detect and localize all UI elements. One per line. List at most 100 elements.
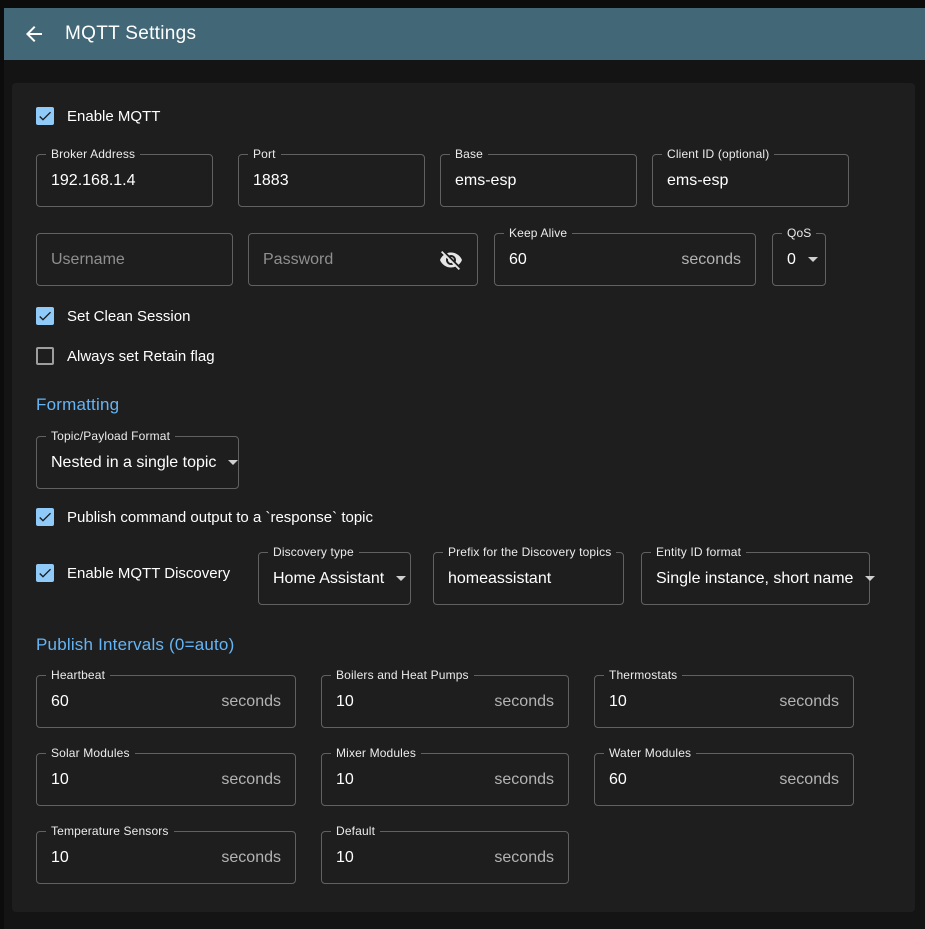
base-input[interactable] [455, 172, 622, 190]
keep-alive-field: Keep Alive seconds [494, 233, 756, 286]
publish-response-checkbox[interactable] [36, 508, 54, 526]
qos-label: QoS [782, 226, 816, 240]
visibility-off-icon [439, 248, 463, 272]
discovery-type-select[interactable]: Discovery type Home Assistant [258, 552, 411, 605]
port-label: Port [248, 147, 281, 161]
base-field: Base [440, 154, 637, 207]
temperature-sensors-unit: seconds [221, 849, 281, 867]
heartbeat-field: Heartbeat seconds [36, 675, 296, 728]
chevron-down-icon [808, 257, 818, 262]
arrow-left-icon [22, 22, 46, 46]
enable-mqtt-row: Enable MQTT [36, 107, 891, 125]
clean-session-label: Set Clean Session [67, 308, 190, 325]
enable-mqtt-checkbox[interactable] [36, 107, 54, 125]
mixer-modules-input[interactable] [336, 771, 486, 789]
discovery-prefix-input[interactable] [448, 570, 609, 588]
base-label: Base [450, 147, 488, 161]
topic-payload-format-label: Topic/Payload Format [46, 429, 175, 443]
water-modules-field: Water Modules seconds [594, 753, 854, 806]
port-field: Port [238, 154, 425, 207]
chevron-down-icon [865, 576, 875, 581]
retain-flag-checkbox[interactable] [36, 347, 54, 365]
page-title: MQTT Settings [65, 23, 196, 45]
app-bar: MQTT Settings [4, 8, 925, 60]
topic-payload-format-value: Nested in a single topic [51, 454, 216, 472]
thermostats-field: Thermostats seconds [594, 675, 854, 728]
publish-response-row: Publish command output to a `response` t… [36, 508, 891, 526]
boilers-field: Boilers and Heat Pumps seconds [321, 675, 569, 728]
enable-discovery-row: Enable MQTT Discovery [36, 564, 258, 582]
enable-discovery-label: Enable MQTT Discovery [67, 565, 230, 582]
retain-flag-row: Always set Retain flag [36, 347, 891, 365]
thermostats-unit: seconds [779, 693, 839, 711]
password-input[interactable] [263, 251, 439, 269]
mixer-modules-unit: seconds [494, 771, 554, 789]
check-icon [37, 108, 53, 124]
discovery-prefix-label: Prefix for the Discovery topics [443, 545, 616, 559]
mqtt-discovery-row: Enable MQTT Discovery Discovery type Hom… [36, 552, 891, 605]
solar-modules-label: Solar Modules [46, 746, 135, 760]
publish-response-label: Publish command output to a `response` t… [67, 509, 373, 526]
client-id-label: Client ID (optional) [662, 147, 774, 161]
temperature-sensors-label: Temperature Sensors [46, 824, 174, 838]
enable-discovery-checkbox[interactable] [36, 564, 54, 582]
boilers-unit: seconds [494, 693, 554, 711]
chevron-down-icon [228, 460, 238, 465]
retain-flag-label: Always set Retain flag [67, 348, 215, 365]
thermostats-input[interactable] [609, 693, 771, 711]
solar-modules-field: Solar Modules seconds [36, 753, 296, 806]
mixer-modules-field: Mixer Modules seconds [321, 753, 569, 806]
broker-address-label: Broker Address [46, 147, 140, 161]
solar-modules-input[interactable] [51, 771, 213, 789]
broker-address-input[interactable] [51, 172, 198, 190]
entity-id-format-label: Entity ID format [651, 545, 746, 559]
keep-alive-unit: seconds [681, 251, 741, 269]
heartbeat-unit: seconds [221, 693, 281, 711]
thermostats-label: Thermostats [604, 668, 682, 682]
formatting-heading: Formatting [36, 395, 891, 415]
port-input[interactable] [253, 172, 410, 190]
heartbeat-input[interactable] [51, 693, 213, 711]
water-modules-label: Water Modules [604, 746, 696, 760]
broker-settings-row: Broker Address Port Base Client ID (opti… [36, 154, 891, 207]
clean-session-row: Set Clean Session [36, 307, 891, 325]
default-interval-label: Default [331, 824, 380, 838]
keep-alive-input[interactable] [509, 251, 673, 269]
default-interval-field: Default seconds [321, 831, 569, 884]
client-id-field: Client ID (optional) [652, 154, 849, 207]
topic-format-row: Topic/Payload Format Nested in a single … [36, 436, 891, 489]
water-modules-input[interactable] [609, 771, 771, 789]
discovery-type-label: Discovery type [268, 545, 359, 559]
heartbeat-label: Heartbeat [46, 668, 110, 682]
discovery-type-value: Home Assistant [273, 570, 384, 588]
mixer-modules-label: Mixer Modules [331, 746, 421, 760]
publish-intervals-heading: Publish Intervals (0=auto) [36, 635, 891, 655]
back-button[interactable] [22, 22, 46, 46]
check-icon [37, 565, 53, 581]
window-top-edge [0, 0, 925, 8]
check-icon [37, 308, 53, 324]
window-edge [0, 0, 4, 929]
client-id-input[interactable] [667, 172, 834, 190]
temperature-sensors-input[interactable] [51, 849, 213, 867]
toggle-password-visibility-button[interactable] [439, 248, 463, 272]
username-field [36, 233, 233, 286]
entity-id-format-value: Single instance, short name [656, 570, 853, 588]
boilers-input[interactable] [336, 693, 486, 711]
default-interval-input[interactable] [336, 849, 486, 867]
topic-payload-format-select[interactable]: Topic/Payload Format Nested in a single … [36, 436, 239, 489]
clean-session-checkbox[interactable] [36, 307, 54, 325]
enable-mqtt-label: Enable MQTT [67, 108, 160, 125]
qos-select[interactable]: QoS 0 [772, 233, 826, 286]
water-modules-unit: seconds [779, 771, 839, 789]
password-field [248, 233, 478, 286]
solar-modules-unit: seconds [221, 771, 281, 789]
discovery-prefix-field: Prefix for the Discovery topics [433, 552, 624, 605]
default-interval-unit: seconds [494, 849, 554, 867]
boilers-label: Boilers and Heat Pumps [331, 668, 474, 682]
broker-address-field: Broker Address [36, 154, 213, 207]
settings-card: Enable MQTT Broker Address Port Base Cli… [12, 83, 915, 912]
username-input[interactable] [51, 251, 218, 269]
entity-id-format-select[interactable]: Entity ID format Single instance, short … [641, 552, 870, 605]
temperature-sensors-field: Temperature Sensors seconds [36, 831, 296, 884]
